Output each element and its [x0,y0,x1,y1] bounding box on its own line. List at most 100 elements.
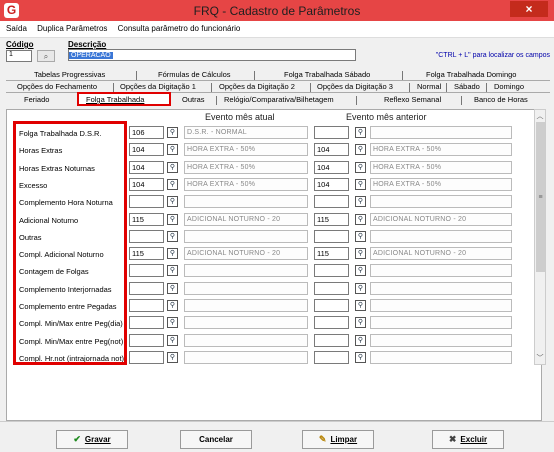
descricao-input[interactable]: OPERACAO [68,49,356,61]
search-icon[interactable]: ⚲ [355,265,366,277]
tab-sabado[interactable]: Sábado [454,82,480,91]
search-icon[interactable]: ⚲ [355,178,366,190]
previous-event-code-input[interactable] [314,264,349,278]
tab-reflexo-semanal[interactable]: Reflexo Semanal [384,95,441,104]
clear-button[interactable]: ✎ Limpar [302,430,374,449]
search-icon[interactable]: ⚲ [167,248,178,260]
scroll-down-icon[interactable]: ﹀ [535,353,545,363]
current-event-code-input[interactable]: 115 [129,247,164,261]
scroll-up-icon[interactable]: ︿ [535,111,545,121]
tab-opcoes-digitacao-1[interactable]: Opções da Digitação 1 [120,82,196,91]
search-icon[interactable]: ⚲ [355,300,366,311]
vertical-scrollbar[interactable]: ︿ ≡ ﹀ [534,109,546,365]
grip-icon: ≡ [538,194,543,201]
search-icon[interactable]: ⚲ [355,317,366,329]
current-event-code-input[interactable] [129,316,164,330]
search-icon[interactable]: ⚲ [355,144,366,156]
previous-event-description [370,281,512,295]
previous-event-code-input[interactable] [314,350,349,364]
search-icon[interactable]: ⚲ [167,317,178,329]
search-icon[interactable]: ⚲ [167,178,178,190]
current-event-code-input[interactable]: 115 [129,212,164,226]
search-icon[interactable]: ⚲ [355,248,366,260]
previous-event-code-input[interactable] [314,281,349,295]
tab-opcoes-digitacao-3[interactable]: Opções da Digitação 3 [317,82,393,91]
shortcut-hint: "CTRL + L" para localizar os campos [435,52,550,59]
tab-relogio-comparativa[interactable]: Relógio/Comparativa/Bilhetagem [224,95,334,104]
current-event-code-input[interactable]: 104 [129,143,164,157]
current-event-code-input[interactable] [129,299,164,312]
tab-outras[interactable]: Outras [182,95,205,104]
cancel-button[interactable]: Cancelar [180,430,252,449]
previous-event-code-input[interactable] [314,316,349,330]
binoculars-icon[interactable]: ⌕ [37,50,55,62]
tab-feriado[interactable]: Feriado [24,95,49,104]
search-icon[interactable]: ⚲ [355,282,366,294]
previous-event-code-input[interactable] [314,126,349,139]
current-event-code-input[interactable] [129,229,164,243]
current-event-code-input[interactable]: 106 [129,126,164,139]
search-icon[interactable]: ⚲ [355,230,366,242]
current-event-code-input[interactable]: 104 [129,177,164,191]
tab-folga-trabalhada[interactable]: Folga Trabalhada [86,95,144,104]
previous-event-description: HORA EXTRA - 50% [370,160,512,174]
tab-opcoes-fechamento[interactable]: Opções do Fechamento [17,82,97,91]
tab-formulas-calculos[interactable]: Fórmulas de Cálculos [158,70,231,79]
search-icon[interactable]: ⚲ [167,161,178,173]
search-icon[interactable]: ⚲ [355,213,366,225]
previous-event-description: ADICIONAL NOTURNO - 20 [370,247,512,261]
search-icon[interactable]: ⚲ [167,351,178,363]
descricao-label: Descrição [68,40,107,49]
tab-folga-trabalhada-domingo[interactable]: Folga Trabalhada Domingo [426,70,516,79]
save-button[interactable]: ✔ Gravar [56,430,128,449]
tab-opcoes-digitacao-2[interactable]: Opções da Digitação 2 [219,82,295,91]
search-icon[interactable]: ⚲ [167,196,178,208]
current-event-code-input[interactable] [129,264,164,278]
previous-event-code-input[interactable]: 104 [314,177,349,191]
search-icon[interactable]: ⚲ [167,144,178,156]
column-header-previous: Evento mês anterior [346,112,427,122]
current-event-code-input[interactable] [129,350,164,364]
search-icon[interactable]: ⚲ [167,230,178,242]
delete-button[interactable]: ✖ Excluir [432,430,504,449]
codigo-input[interactable]: 1 [6,50,32,62]
tab-domingo[interactable]: Domingo [494,82,524,91]
previous-event-code-input[interactable] [314,229,349,243]
codigo-label: Código [6,40,34,49]
tab-banco-horas[interactable]: Banco de Horas [474,95,528,104]
previous-event-code-input[interactable] [314,333,349,347]
previous-event-code-input[interactable] [314,195,349,209]
search-icon[interactable]: ⚲ [355,351,366,363]
current-event-code-input[interactable] [129,333,164,347]
tab-folga-trabalhada-sabado[interactable]: Folga Trabalhada Sábado [284,70,370,79]
current-event-description [184,350,308,364]
current-event-code-input[interactable]: 104 [129,160,164,174]
previous-event-code-input[interactable]: 115 [314,212,349,226]
previous-event-code-input[interactable] [314,299,349,312]
delete-icon: ✖ [448,434,457,444]
search-icon[interactable]: ⚲ [167,127,178,138]
current-event-description [184,264,308,278]
previous-event-code-input[interactable]: 115 [314,247,349,261]
search-icon[interactable]: ⚲ [355,196,366,208]
search-icon[interactable]: ⚲ [167,282,178,294]
search-icon[interactable]: ⚲ [355,161,366,173]
previous-event-code-input[interactable]: 104 [314,160,349,174]
menu-item-duplica-parametros[interactable]: Duplica Parâmetros [33,21,111,33]
search-icon[interactable]: ⚲ [167,265,178,277]
search-icon[interactable]: ⚲ [167,213,178,225]
tab-tabelas-progressivas[interactable]: Tabelas Progressivas [34,70,105,79]
labels-highlight-box [13,121,127,365]
search-icon[interactable]: ⚲ [167,334,178,346]
menu-item-consulta-parametro[interactable]: Consulta parâmetro do funcionário [114,21,245,33]
previous-event-code-input[interactable]: 104 [314,143,349,157]
window-title: FRQ - Cadastro de Parâmetros [193,4,361,18]
current-event-code-input[interactable] [129,281,164,295]
current-event-code-input[interactable] [129,195,164,209]
search-icon[interactable]: ⚲ [167,300,178,311]
menu-item-saida[interactable]: Saída [0,21,31,33]
search-icon[interactable]: ⚲ [355,127,366,138]
search-icon[interactable]: ⚲ [355,334,366,346]
tab-normal[interactable]: Normal [417,82,441,91]
close-button[interactable]: × [510,1,548,17]
